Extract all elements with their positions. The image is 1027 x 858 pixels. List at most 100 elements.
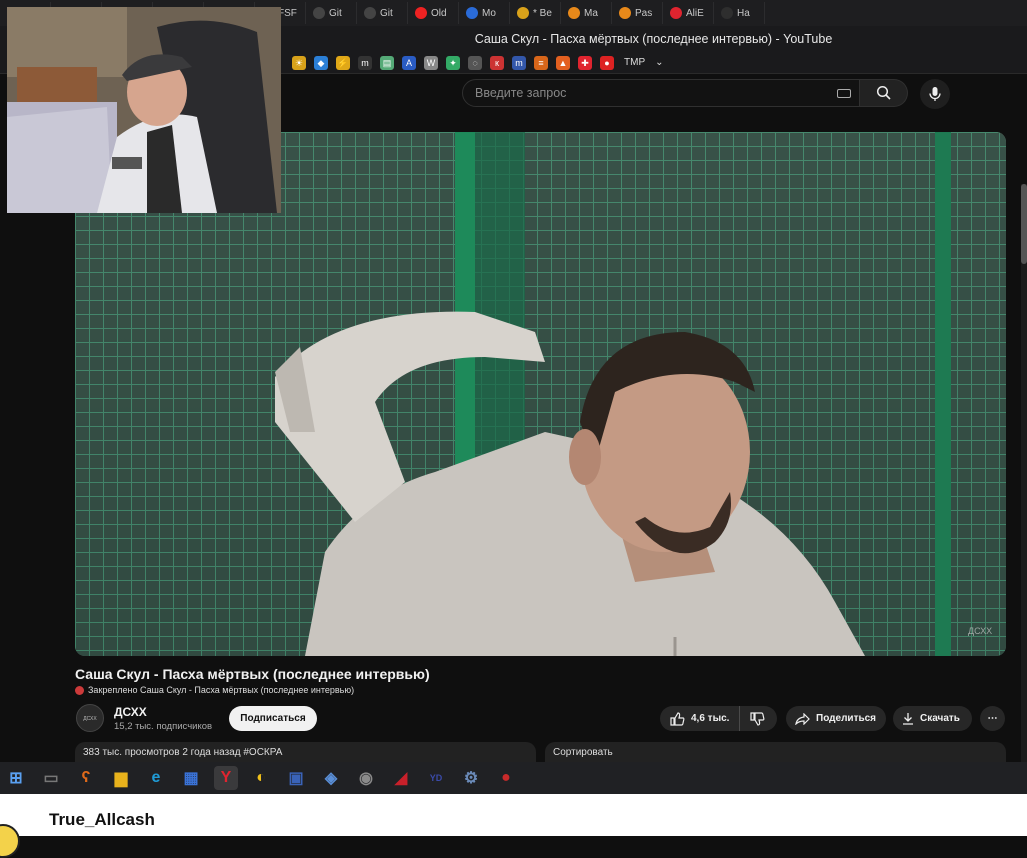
- tab-favicon-icon: [619, 7, 631, 19]
- bookmark-icon[interactable]: ◆: [314, 55, 328, 70]
- pin-icon: [75, 685, 84, 695]
- webcam-frame: [7, 7, 281, 213]
- bookmark-icon[interactable]: W: [424, 55, 438, 70]
- download-button[interactable]: Скачать: [893, 706, 972, 731]
- tab-label: Ma: [584, 7, 598, 19]
- tab-favicon-icon: [670, 7, 682, 19]
- browser-tab[interactable]: Mo: [459, 2, 510, 24]
- bookmark-icon[interactable]: m: [358, 55, 372, 70]
- microphone-icon: [929, 87, 941, 101]
- browser-tab[interactable]: AliE: [663, 2, 714, 24]
- tab-favicon-icon: [517, 7, 529, 19]
- browser-tab[interactable]: Old: [408, 2, 459, 24]
- webcam-overlay: [7, 7, 281, 213]
- browser-tab[interactable]: Ha: [714, 2, 765, 24]
- channel-name[interactable]: ДСХХ: [114, 705, 147, 719]
- pinned-comment[interactable]: Закреплено Саша Скул - Пасха мёртвых (по…: [75, 685, 354, 695]
- like-button[interactable]: 4,6 тыс.: [660, 706, 741, 731]
- channel-avatar[interactable]: ДСХХ: [76, 704, 104, 732]
- thumbs-down-icon: [750, 711, 765, 726]
- taskbar-store-icon[interactable]: ▦: [179, 766, 203, 790]
- share-label: Поделиться: [816, 713, 877, 724]
- tab-label: Git: [329, 7, 342, 19]
- bookmark-icon[interactable]: A: [402, 55, 416, 70]
- chevron-down-icon[interactable]: ⌄: [655, 57, 663, 68]
- voice-search-button[interactable]: [920, 79, 950, 109]
- tab-label: Old: [431, 7, 447, 19]
- taskbar-app-yd-icon[interactable]: YD: [424, 766, 448, 790]
- browser-tab[interactable]: * Be: [510, 2, 561, 24]
- more-icon: ⋯: [987, 713, 998, 724]
- taskbar-windows-start-icon[interactable]: ⊞: [4, 766, 28, 790]
- bookmark-icon[interactable]: m: [512, 55, 526, 70]
- tab-favicon-icon: [415, 7, 427, 19]
- tab-favicon-icon: [721, 7, 733, 19]
- bookmark-icon[interactable]: ▤: [380, 55, 394, 70]
- taskbar-floppy-icon[interactable]: ▣: [284, 766, 308, 790]
- tab-label: Ha: [737, 7, 750, 19]
- like-count: 4,6 тыс.: [691, 713, 730, 724]
- tab-label: * Be: [533, 7, 552, 19]
- share-icon: [795, 712, 810, 725]
- bookmark-icon[interactable]: к: [490, 55, 504, 70]
- tab-label: Mo: [482, 7, 496, 19]
- bottom-panel: True_Allcash: [0, 794, 1027, 858]
- like-dislike-group: 4,6 тыс.: [660, 706, 777, 731]
- taskbar-file-explorer-icon[interactable]: ▆: [109, 766, 133, 790]
- scrollbar-thumb[interactable]: [1021, 184, 1027, 264]
- taskbar-app-globe-icon[interactable]: ◉: [354, 766, 378, 790]
- bookmark-icon[interactable]: ≡: [534, 55, 548, 70]
- bookmark-folder-tmp[interactable]: TMP: [624, 57, 645, 68]
- page-scrollbar[interactable]: [1021, 184, 1027, 764]
- pinned-text: Закреплено Саша Скул - Пасха мёртвых (по…: [88, 685, 355, 695]
- tab-favicon-icon: [568, 7, 580, 19]
- tab-label: Pas: [635, 7, 653, 19]
- window-title: Саша Скул - Пасха мёртвых (последнее инт…: [474, 32, 833, 46]
- keyboard-icon[interactable]: [837, 89, 851, 98]
- tab-label: Git: [380, 7, 393, 19]
- taskbar-app-box-icon[interactable]: ◈: [319, 766, 343, 790]
- tab-favicon-icon: [313, 7, 325, 19]
- thumbs-up-icon: [670, 711, 685, 726]
- taskbar-yandex-browser-icon[interactable]: Y: [214, 766, 238, 790]
- browser-tab[interactable]: Pas: [612, 2, 663, 24]
- browser-tab[interactable]: Ma: [561, 2, 612, 24]
- bookmark-icon[interactable]: ▲: [556, 55, 570, 70]
- bookmark-icon[interactable]: ◌: [468, 55, 482, 70]
- taskbar-app-amd-icon[interactable]: ◢: [389, 766, 413, 790]
- user-avatar: [0, 824, 20, 858]
- taskbar-app-bear-icon[interactable]: ʕ: [74, 766, 98, 790]
- comments-preview: Сортировать: [553, 747, 613, 758]
- taskbar-app-yellow-icon[interactable]: ◐: [249, 766, 273, 790]
- download-icon: [903, 713, 913, 725]
- bookmark-icon[interactable]: ☀: [292, 55, 306, 70]
- comments-box[interactable]: Сортировать: [545, 742, 1006, 762]
- browser-tab[interactable]: Git: [306, 2, 357, 24]
- share-button[interactable]: Поделиться: [786, 706, 886, 731]
- bookmark-icon[interactable]: ●: [600, 55, 614, 70]
- search-input[interactable]: [475, 86, 815, 100]
- description-preview: 383 тыс. просмотров 2 года назад #ОСКРА: [83, 747, 283, 758]
- bookmark-icon[interactable]: ✚: [578, 55, 592, 70]
- search-button[interactable]: [860, 79, 908, 107]
- taskbar-settings-icon[interactable]: ⚙: [459, 766, 483, 790]
- video-title: Саша Скул - Пасха мёртвых (последнее инт…: [75, 666, 430, 682]
- bookmark-icon[interactable]: ⚡: [336, 55, 350, 70]
- dislike-button[interactable]: [740, 706, 775, 731]
- subscriber-count: 15,2 тыс. подписчиков: [114, 721, 213, 732]
- taskbar-app-record-icon[interactable]: ●: [494, 766, 518, 790]
- download-label: Скачать: [920, 713, 960, 724]
- tab-favicon-icon: [364, 7, 376, 19]
- browser-tab[interactable]: Git: [357, 2, 408, 24]
- windows-taskbar: ⊞ ▭ ʕ ▆ e ▦ Y ◐ ▣ ◈ ◉ ◢ YD ⚙ ●: [0, 762, 1027, 794]
- user-name: True_Allcash: [49, 810, 155, 829]
- bookmark-icon[interactable]: ✦: [446, 55, 460, 70]
- taskbar-task-view-icon[interactable]: ▭: [39, 766, 63, 790]
- more-actions-button[interactable]: ⋯: [980, 706, 1005, 731]
- tab-label: AliE: [686, 7, 704, 19]
- search-box: [462, 79, 860, 107]
- taskbar-edge-icon[interactable]: e: [144, 766, 168, 790]
- svg-text:ДСХХ: ДСХХ: [968, 626, 992, 636]
- description-box[interactable]: 383 тыс. просмотров 2 года назад #ОСКРА: [75, 742, 536, 762]
- subscribe-button[interactable]: Подписаться: [229, 706, 317, 731]
